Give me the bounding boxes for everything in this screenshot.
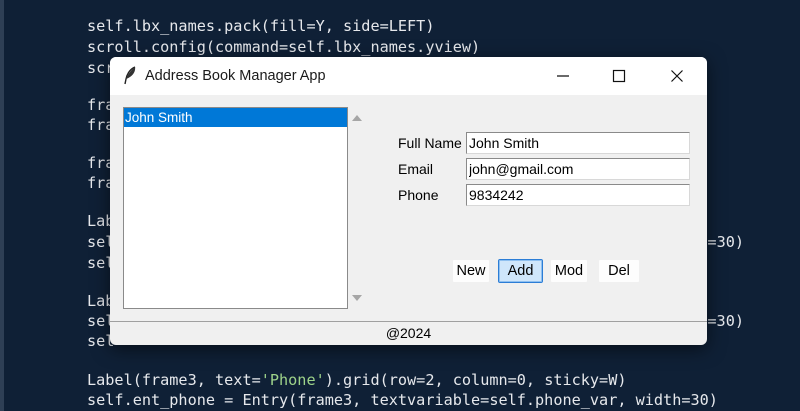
full-name-label: Full Name — [398, 135, 462, 151]
email-label: Email — [398, 161, 434, 177]
minimize-icon — [557, 75, 569, 77]
title-bar[interactable]: Address Book Manager App — [110, 57, 707, 95]
code-token: 'Phone' — [260, 371, 325, 389]
full-name-input[interactable] — [466, 132, 690, 154]
close-icon — [671, 70, 683, 82]
status-bar: @2024 — [110, 321, 707, 345]
new-button[interactable]: New — [452, 259, 490, 283]
code-line: self.lbx_names.pack(fill=Y, side=LEFT) — [87, 17, 435, 35]
list-item[interactable]: John Smith — [124, 108, 347, 127]
minimize-button[interactable] — [540, 57, 586, 95]
email-input[interactable] — [466, 158, 690, 180]
names-listbox[interactable]: John Smith — [123, 107, 348, 309]
code-line: scroll.config(command=self.lbx_names.yvi… — [87, 38, 481, 56]
scroll-up-icon[interactable] — [352, 115, 362, 121]
maximize-button[interactable] — [596, 57, 642, 95]
code-line-entry-phone: self.ent_phone = Entry(frame3, textvaria… — [87, 391, 718, 409]
code-line-label-phone: Label(frame3, text='Phone').grid(row=2, … — [87, 370, 627, 390]
delete-button[interactable]: Del — [598, 259, 640, 283]
window-title: Address Book Manager App — [145, 68, 326, 84]
app-window: Address Book Manager App John Smith Full… — [110, 57, 707, 345]
phone-input[interactable] — [466, 184, 690, 206]
code-token: Label(frame3, text= — [87, 371, 261, 389]
add-button[interactable]: Add — [498, 259, 543, 283]
modify-button[interactable]: Mod — [550, 259, 588, 283]
maximize-icon — [612, 69, 626, 83]
code-token: ).grid(row=2, column=0, sticky=W) — [324, 371, 627, 389]
close-button[interactable] — [654, 57, 700, 95]
phone-label: Phone — [398, 187, 439, 203]
listbox-scrollbar[interactable] — [348, 107, 365, 309]
feather-icon — [124, 66, 136, 85]
footer-copyright: @2024 — [385, 325, 432, 341]
code-line-fragment: =30) — [707, 233, 744, 251]
scroll-down-icon[interactable] — [352, 295, 362, 301]
